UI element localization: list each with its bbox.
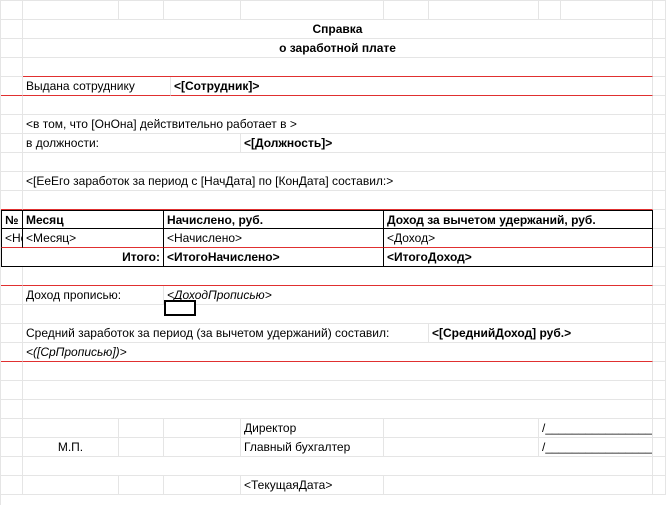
income-words-value: <ДоходПрописью>	[164, 286, 653, 305]
director-signature	[539, 419, 653, 438]
accountant-signature	[539, 438, 653, 457]
total-accrued: <ИтогоНачислено>	[164, 248, 384, 267]
accountant-label: Главный бухгалтер	[241, 438, 384, 457]
th-accrued: Начислено, руб.	[164, 210, 384, 229]
income-words-label: Доход прописью:	[23, 286, 164, 305]
average-words: <([СрПрописью])>	[23, 343, 653, 362]
works-line1: <в том, что [ОнОна] действительно работа…	[23, 115, 653, 134]
current-date: <ТекущаяДата>	[241, 476, 384, 495]
mp-label: М.П.	[23, 438, 119, 457]
th-num: №	[1, 210, 23, 229]
th-income: Доход за вычетом удержаний, руб.	[384, 210, 653, 229]
th-month: Месяц	[23, 210, 164, 229]
td-month: <Месяц>	[23, 229, 164, 248]
earnings-period: <[ЕеЕго заработок за период с [НачДата] …	[23, 172, 653, 191]
issued-value: <[Сотрудник]>	[171, 77, 653, 96]
td-income: <Доход>	[384, 229, 653, 248]
td-num: <Ном	[1, 229, 23, 248]
average-value: <[СреднийДоход] руб.>	[429, 324, 653, 343]
average-label: Средний заработок за период (за вычетом …	[23, 324, 429, 343]
title: Справка	[23, 20, 653, 39]
director-label: Директор	[241, 419, 384, 438]
td-accrued: <Начислено>	[164, 229, 384, 248]
subtitle: о заработной плате	[23, 39, 653, 58]
spreadsheet-template: Справка о заработной плате Выдана сотруд…	[0, 0, 666, 505]
position-label: в должности:	[23, 134, 241, 153]
total-label: Итого:	[1, 248, 164, 267]
total-income: <ИтогоДоход>	[384, 248, 653, 267]
issued-label: Выдана сотруднику	[23, 77, 171, 96]
position-value: <[Должность]>	[241, 134, 653, 153]
